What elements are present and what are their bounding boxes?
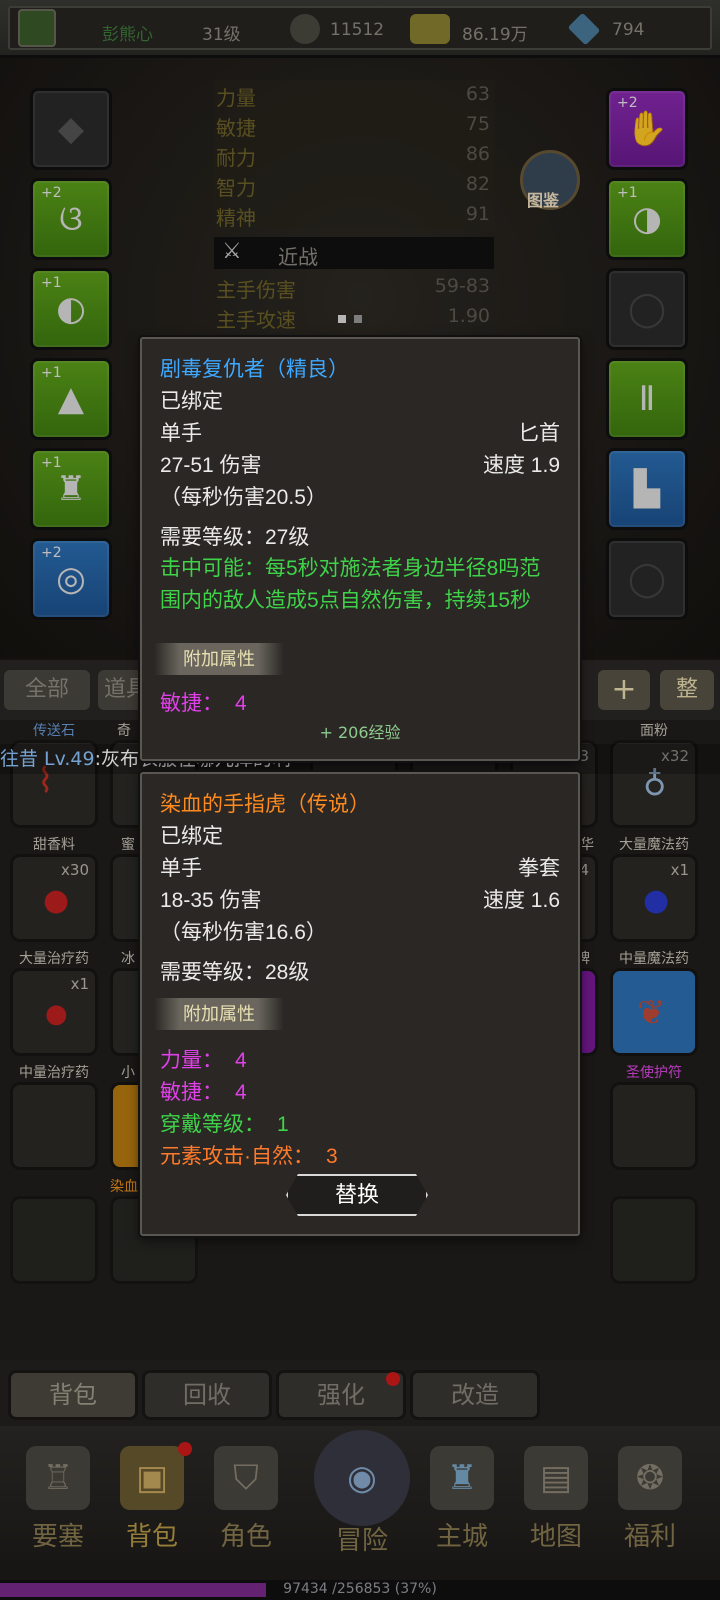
damage-range: 18-35 伤害 xyxy=(160,889,262,912)
damage-range: 27-51 伤害 xyxy=(160,454,262,477)
attack-speed: 速度 1.6 xyxy=(482,889,560,912)
new-item-tooltip: 染血的手指虎（传说） 已绑定 单手 拳套 18-35 伤害 速度 1.6 （每秒… xyxy=(140,772,580,1236)
weapon-type: 拳套 xyxy=(518,857,560,880)
attack-speed: 速度 1.9 xyxy=(482,454,560,477)
dps: （每秒伤害16.6） xyxy=(160,921,327,944)
extra-attr-wear-level: 穿戴等级： 1 xyxy=(160,1113,289,1136)
damage-row: 27-51 伤害 速度 1.9 xyxy=(160,449,560,479)
bound-status: 已绑定 xyxy=(160,825,223,848)
dps: （每秒伤害20.5） xyxy=(160,486,327,509)
proc-effect: 击中可能：每5秒对施法者身边半径8吗范围内的敌人造成5点自然伤害，持续15秒 xyxy=(160,557,541,612)
xp-gain-badge: + 206经验 xyxy=(300,720,420,746)
extra-attr-strength: 力量： 4 xyxy=(160,1049,247,1072)
extra-attr-nature-element: 元素攻击·自然： 3 xyxy=(160,1145,338,1168)
hand-row: 单手 拳套 xyxy=(160,852,560,882)
item-name: 染血的手指虎（传说） xyxy=(160,793,370,816)
required-level: 需要等级：27级 xyxy=(160,526,310,549)
item-name: 剧毒复仇者（精良） xyxy=(160,358,349,381)
bound-status: 已绑定 xyxy=(160,390,223,413)
hand-type: 单手 xyxy=(160,857,202,880)
hand-type: 单手 xyxy=(160,422,202,445)
weapon-type: 匕首 xyxy=(518,422,560,445)
swap-button[interactable]: 替换 xyxy=(286,1174,428,1216)
equipped-item-tooltip: 剧毒复仇者（精良） 已绑定 单手 匕首 27-51 伤害 速度 1.9 （每秒伤… xyxy=(140,337,580,761)
hand-row: 单手 匕首 xyxy=(160,417,560,447)
extra-attr-agility: 敏捷： 4 xyxy=(160,692,247,715)
extra-attr-agility: 敏捷： 4 xyxy=(160,1081,247,1104)
extra-attributes-header: 附加属性 xyxy=(154,643,284,675)
required-level: 需要等级：28级 xyxy=(160,961,310,984)
extra-attributes-header: 附加属性 xyxy=(154,998,284,1030)
damage-row: 18-35 伤害 速度 1.6 xyxy=(160,884,560,914)
